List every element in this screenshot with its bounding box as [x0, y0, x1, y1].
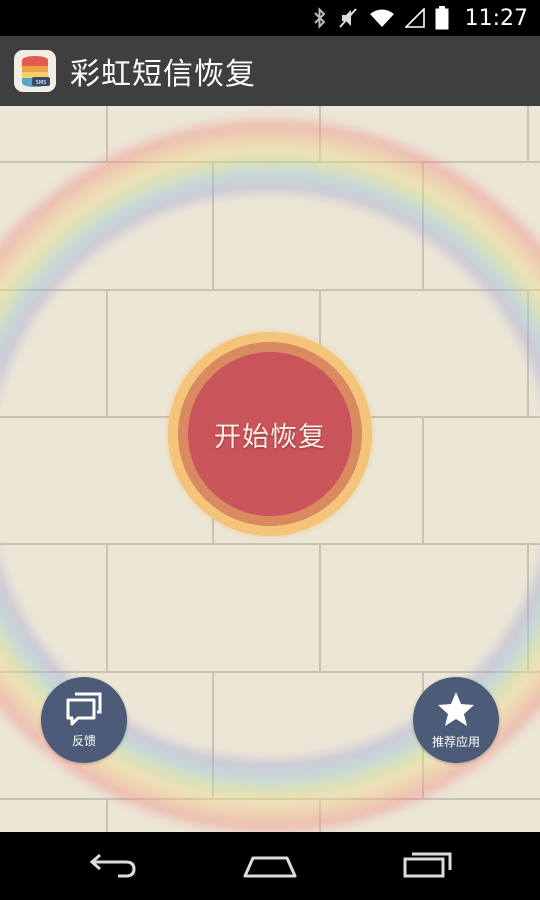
bluetooth-icon: [313, 7, 327, 29]
recent-apps-button[interactable]: [393, 846, 463, 886]
action-bar: SMS 彩虹短信恢复: [0, 36, 540, 106]
start-recovery-label: 开始恢复: [214, 421, 326, 453]
back-icon: [88, 849, 138, 883]
feedback-button[interactable]: 反馈: [41, 677, 127, 763]
home-icon: [242, 849, 298, 883]
mute-vibrate-icon: [337, 7, 359, 29]
battery-icon: [435, 6, 449, 30]
back-button[interactable]: [78, 846, 148, 886]
status-time: 11:27: [464, 5, 528, 31]
recommend-apps-label: 推荐应用: [431, 734, 480, 749]
chat-bubbles-icon: [64, 692, 104, 730]
navigation-bar: [0, 832, 540, 900]
main-content: 开始恢复 反馈 推荐应用: [0, 106, 540, 832]
star-icon: [437, 691, 475, 731]
rainbow-db-app-icon[interactable]: SMS: [14, 50, 56, 92]
recommend-apps-button[interactable]: 推荐应用: [413, 677, 499, 763]
svg-text:SMS: SMS: [36, 80, 47, 86]
app-title: 彩虹短信恢复: [70, 57, 256, 92]
start-recovery-button[interactable]: 开始恢复: [168, 332, 372, 536]
home-button[interactable]: [235, 846, 305, 886]
status-bar: 11:27: [0, 0, 540, 36]
wifi-icon: [369, 8, 395, 28]
feedback-label: 反馈: [71, 733, 96, 748]
recent-apps-icon: [402, 849, 454, 883]
signal-icon: [404, 8, 425, 28]
